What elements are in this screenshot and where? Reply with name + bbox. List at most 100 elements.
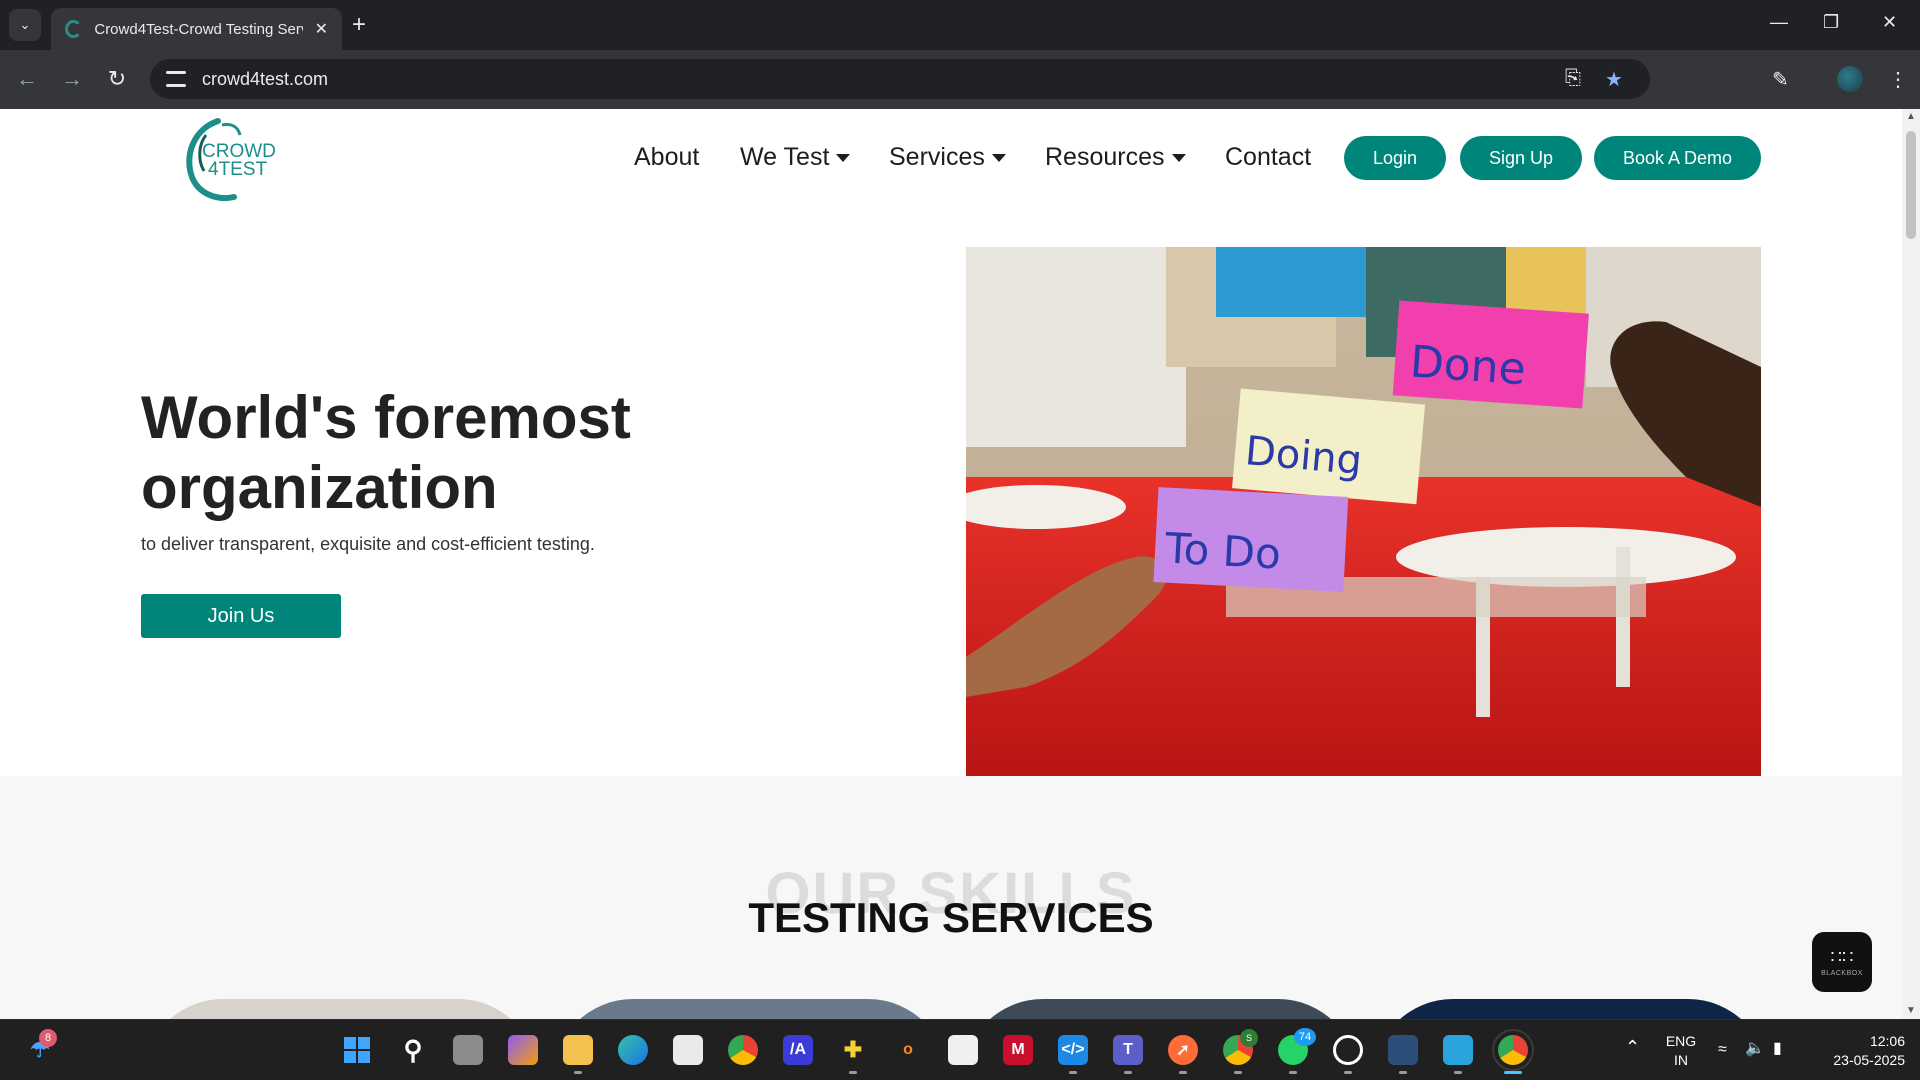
weather-badge: 8 <box>39 1029 57 1047</box>
hero-image: Done Doing To Do <box>966 247 1761 777</box>
browser-tab-bar: ⌄ Crowd4Test-Crowd Testing Serv ✕ + — ❐ … <box>0 0 1920 50</box>
caret-down-icon <box>991 153 1006 162</box>
vscode-icon[interactable]: </> <box>1058 1035 1088 1065</box>
service-card-2[interactable] <box>553 999 948 1019</box>
wifi-icon[interactable]: ≈ <box>1718 1040 1727 1059</box>
nav-resources[interactable]: Resources <box>1045 143 1186 172</box>
profile-avatar[interactable] <box>1837 66 1863 92</box>
page-viewport: CROWD 4TEST About We Test Services Resou… <box>0 109 1920 1019</box>
page-scrollbar[interactable]: ▲ ▼ <box>1902 109 1920 1019</box>
obs-icon[interactable] <box>1333 1035 1363 1065</box>
file-explorer-icon[interactable] <box>563 1035 593 1065</box>
reload-icon[interactable]: ↻ <box>102 64 132 94</box>
chrome-active-icon[interactable] <box>1492 1029 1534 1071</box>
mysql-workbench-icon[interactable] <box>1388 1035 1418 1065</box>
site-favicon-icon <box>65 20 83 38</box>
language-line1: ENG <box>1665 1033 1697 1049</box>
running-indicator <box>1399 1071 1407 1074</box>
book-demo-button[interactable]: Book A Demo <box>1594 136 1761 180</box>
teams-icon[interactable]: T <box>1113 1035 1143 1065</box>
extensions-puzzle-icon[interactable]: ✎ <box>1772 67 1789 92</box>
nav-contact[interactable]: Contact <box>1225 143 1311 172</box>
service-card-4[interactable] <box>1373 999 1768 1019</box>
mcafee-icon[interactable]: M <box>1003 1035 1033 1065</box>
scroll-down-icon[interactable]: ▼ <box>1905 1005 1917 1016</box>
running-indicator <box>1069 1071 1077 1074</box>
notepad-edit-icon[interactable] <box>948 1035 978 1065</box>
running-indicator <box>1289 1071 1297 1074</box>
scroll-up-icon[interactable]: ▲ <box>1905 111 1917 122</box>
logo-text: CROWD 4TEST <box>202 142 276 180</box>
hero-photo-illustration: Done Doing To Do <box>966 247 1761 777</box>
bible-app-icon[interactable]: ✚ <box>838 1035 868 1065</box>
opera-icon[interactable]: o <box>893 1035 923 1065</box>
tab-search-button[interactable]: ⌄ <box>9 9 41 41</box>
start-windows-icon[interactable] <box>342 1035 372 1065</box>
running-indicator <box>574 1071 582 1074</box>
site-info-icon[interactable] <box>166 71 186 87</box>
crowd4test-logo[interactable]: CROWD 4TEST <box>176 115 286 205</box>
tab-title: Crowd4Test-Crowd Testing Serv <box>94 20 303 38</box>
close-window-icon[interactable]: ✕ <box>1882 12 1897 33</box>
install-app-icon[interactable]: ⎘ <box>1565 67 1581 90</box>
service-card-1[interactable] <box>143 999 538 1019</box>
logo-text-line2: 4TEST <box>208 159 268 180</box>
join-us-button[interactable]: Join Us <box>141 594 341 638</box>
service-card-3[interactable] <box>963 999 1358 1019</box>
edge-icon[interactable] <box>618 1035 648 1065</box>
nav-about[interactable]: About <box>634 143 699 172</box>
note-todo-text: To Do <box>1163 524 1282 579</box>
hero-title: World's foremost organization <box>141 384 631 521</box>
chevron-down-icon: ⌄ <box>19 17 31 32</box>
new-tab-button[interactable]: + <box>352 11 366 39</box>
windows-taskbar: ☂ 8 ⚲ /A ✚ o M </> T ➚ S 74 ⌃ ENG IN ≈ 🔈… <box>0 1019 1920 1080</box>
nav-we-test-label: We Test <box>740 143 830 171</box>
postman-icon[interactable]: ➚ <box>1168 1035 1198 1065</box>
caret-down-icon <box>1171 153 1186 162</box>
bookmark-star-icon[interactable]: ★ <box>1605 67 1623 92</box>
grid-dots-icon: ∷∷ <box>1830 946 1854 967</box>
language-indicator[interactable]: ENG IN <box>1664 1032 1698 1070</box>
running-indicator <box>1179 1071 1187 1074</box>
whatsapp-badge: 74 <box>1294 1028 1316 1046</box>
caret-down-icon <box>836 153 851 162</box>
url-text[interactable]: crowd4test.com <box>202 69 328 90</box>
nav-resources-label: Resources <box>1045 143 1165 171</box>
forward-arrow-icon[interactable]: → <box>57 64 87 94</box>
chrome-icon[interactable] <box>728 1035 758 1065</box>
nav-about-label: About <box>634 143 700 171</box>
search-icon[interactable]: ⚲ <box>398 1035 428 1065</box>
blackbox-widget[interactable]: ∷∷ BLACKBOX <box>1812 932 1872 992</box>
active-tab[interactable]: Crowd4Test-Crowd Testing Serv ✕ <box>51 8 342 50</box>
login-button[interactable]: Login <box>1344 136 1446 180</box>
running-indicator <box>1344 1071 1352 1074</box>
language-line2: IN <box>1674 1052 1688 1068</box>
battery-icon[interactable]: ▮ <box>1773 1039 1782 1058</box>
nav-services-label: Services <box>889 143 985 171</box>
nav-services[interactable]: Services <box>889 143 1006 172</box>
restore-icon[interactable]: ❐ <box>1823 12 1839 33</box>
close-tab-icon[interactable]: ✕ <box>315 19 328 39</box>
volume-icon[interactable]: 🔈 <box>1745 1039 1765 1058</box>
notepad-icon[interactable] <box>1443 1035 1473 1065</box>
skills-title: TESTING SERVICES <box>748 894 1154 941</box>
nav-contact-label: Contact <box>1225 143 1312 171</box>
scroll-thumb[interactable] <box>1906 131 1916 239</box>
blackbox-label: BLACKBOX <box>1821 969 1863 977</box>
skills-section: OUR SKILLS TESTING SERVICES <box>0 776 1902 1019</box>
back-arrow-icon[interactable]: ← <box>12 64 42 94</box>
ms-store-icon[interactable] <box>673 1035 703 1065</box>
running-indicator <box>1234 1071 1242 1074</box>
minimize-icon[interactable]: — <box>1770 12 1788 33</box>
nav-we-test[interactable]: We Test <box>740 143 851 172</box>
clock[interactable]: 12:06 23-05-2025 <box>1815 1032 1905 1070</box>
copilot-icon[interactable] <box>508 1035 538 1065</box>
task-view-icon[interactable] <box>453 1035 483 1065</box>
menu-kebab-icon[interactable]: ⋮ <box>1888 67 1908 92</box>
address-bar[interactable]: crowd4test.com ⎘ ★ <box>150 59 1650 99</box>
signup-button[interactable]: Sign Up <box>1460 136 1582 180</box>
active-indicator <box>1504 1071 1522 1074</box>
ai-app-icon[interactable]: /A <box>783 1035 813 1065</box>
note-done-text: Done <box>1408 336 1527 395</box>
show-hidden-icons-chevron-icon[interactable]: ⌃ <box>1625 1038 1640 1057</box>
